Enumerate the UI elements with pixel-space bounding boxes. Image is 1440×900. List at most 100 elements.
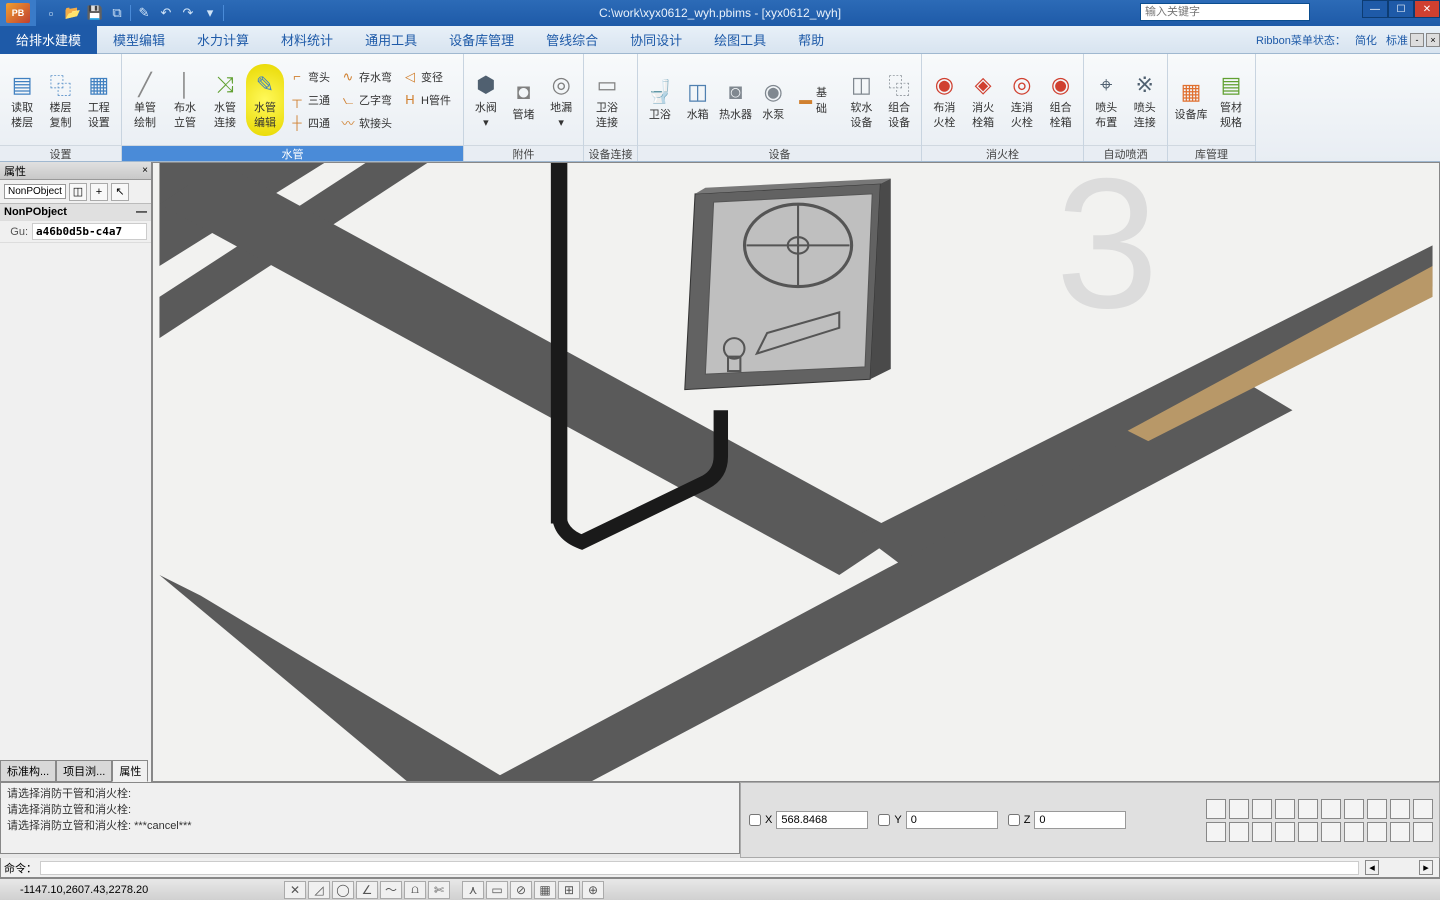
panel-tab-browse[interactable]: 项目浏...: [56, 760, 112, 782]
view-icon[interactable]: [1252, 799, 1272, 819]
ribbon-mode-standard[interactable]: 标准: [1386, 35, 1408, 47]
btn-pipe-connect[interactable]: ⤨水管连接: [206, 64, 244, 136]
add-icon[interactable]: ⊕: [582, 881, 604, 899]
angle-icon[interactable]: ◿: [308, 881, 330, 899]
view-icon[interactable]: [1367, 799, 1387, 819]
person-icon[interactable]: ⋏: [462, 881, 484, 899]
btn-hydrant-box[interactable]: ◈消火栓箱: [965, 64, 1002, 136]
btn-zbend[interactable]: ⦦乙字弯: [337, 88, 395, 111]
view-icon[interactable]: [1229, 799, 1249, 819]
btn-pump[interactable]: ◉水泵: [755, 64, 791, 136]
maximize-button[interactable]: ☐: [1388, 0, 1414, 18]
btn-place-hydrant[interactable]: ◉布消火栓: [926, 64, 963, 136]
nav-icon[interactable]: [1229, 822, 1249, 842]
btn-heater[interactable]: ◙热水器: [718, 64, 754, 136]
qat-redo-icon[interactable]: ↷: [179, 4, 197, 22]
btn-combo-dev[interactable]: ⿻组合设备: [881, 64, 917, 136]
qat-undo-icon[interactable]: ↶: [157, 4, 175, 22]
btn-fixture[interactable]: 🚽卫浴: [642, 64, 678, 136]
btn-tank[interactable]: ◫水箱: [680, 64, 716, 136]
btn-flex[interactable]: 〰软接头: [337, 111, 395, 134]
panel-close-icon[interactable]: ×: [142, 165, 148, 176]
prop-value[interactable]: a46b0d5b-c4a7: [32, 223, 147, 240]
ribbon-tab-edit[interactable]: 模型编辑: [97, 26, 181, 54]
view-icon[interactable]: [1275, 799, 1295, 819]
btn-pipe-edit[interactable]: ✎水管编辑: [246, 64, 284, 136]
snap-icon[interactable]: ✕: [284, 881, 306, 899]
btn-drain[interactable]: ◎地漏▾: [543, 64, 579, 136]
ribbon-tab-help[interactable]: 帮助: [782, 26, 840, 54]
btn-tee[interactable]: ┬三通: [286, 88, 333, 111]
ribbon-tab-devicelib[interactable]: 设备库管理: [433, 26, 530, 54]
btn-read-floor[interactable]: ▤读取楼层: [4, 64, 40, 136]
prop-selector[interactable]: NonPObject: [4, 184, 66, 199]
command-input[interactable]: [40, 861, 1359, 875]
panel-tab-props[interactable]: 属性: [112, 760, 148, 782]
btn-connect-hydrant[interactable]: ◎连消火栓: [1004, 64, 1041, 136]
mdi-min-icon[interactable]: -: [1410, 33, 1424, 47]
rect-icon[interactable]: ▭: [486, 881, 508, 899]
btn-plug[interactable]: ◘管堵: [506, 64, 542, 136]
ribbon-tab-collab[interactable]: 协同设计: [614, 26, 698, 54]
btn-reducer[interactable]: ◁变径: [399, 65, 454, 88]
btn-sprinkler-place[interactable]: ⌖喷头布置: [1088, 64, 1125, 136]
app-logo[interactable]: PB: [0, 0, 36, 26]
qat-new-icon[interactable]: ▫: [42, 4, 60, 22]
lock-y-checkbox[interactable]: [878, 814, 890, 826]
lock-z-checkbox[interactable]: [1008, 814, 1020, 826]
btn-pipe-spec[interactable]: ▤管材规格: [1212, 64, 1250, 136]
ribbon-tab-draw[interactable]: 绘图工具: [698, 26, 782, 54]
btn-softener[interactable]: ◫软水设备: [843, 64, 879, 136]
grid2-icon[interactable]: ⊞: [558, 881, 580, 899]
minimize-button[interactable]: —: [1362, 0, 1388, 18]
btn-project-settings[interactable]: ▦工程设置: [81, 64, 117, 136]
scroll-right-icon[interactable]: ▸: [1419, 860, 1433, 875]
prop-tool3-icon[interactable]: ↖: [111, 183, 129, 201]
qat-save-icon[interactable]: 💾: [86, 4, 104, 22]
coord-x-input[interactable]: [776, 811, 868, 829]
scroll-left-icon[interactable]: ◂: [1365, 860, 1379, 875]
ribbon-tab-pipeline[interactable]: 管线综合: [530, 26, 614, 54]
view-icon[interactable]: [1390, 799, 1410, 819]
btn-valve[interactable]: ⬢水阀▾: [468, 64, 504, 136]
view-icon[interactable]: [1298, 799, 1318, 819]
btn-cross[interactable]: ┼四通: [286, 111, 333, 134]
cut-icon[interactable]: ✄: [428, 881, 450, 899]
nav-icon[interactable]: [1390, 822, 1410, 842]
btn-foundation[interactable]: ▬基础: [795, 88, 839, 111]
qat-dropdown-icon[interactable]: ▾: [201, 4, 219, 22]
lock-x-checkbox[interactable]: [749, 814, 761, 826]
btn-devicelib[interactable]: ▦设备库: [1172, 64, 1210, 136]
prop-tool1-icon[interactable]: ◫: [69, 183, 87, 201]
search-input[interactable]: [1140, 3, 1310, 21]
btn-elbow[interactable]: ⌐弯头: [286, 65, 333, 88]
btn-riser[interactable]: │布水立管: [166, 64, 204, 136]
wave-icon[interactable]: 〜: [380, 881, 402, 899]
btn-hfitting[interactable]: HH管件: [399, 88, 454, 111]
close-button[interactable]: ✕: [1414, 0, 1440, 18]
qat-saveall-icon[interactable]: ⧉: [108, 4, 126, 22]
nav-icon[interactable]: [1413, 822, 1433, 842]
btn-copy-floor[interactable]: ⿻楼层复制: [42, 64, 78, 136]
btn-single-pipe[interactable]: ╱单管绘制: [126, 64, 164, 136]
grid-icon[interactable]: ▦: [534, 881, 556, 899]
ribbon-tab-materials[interactable]: 材料统计: [265, 26, 349, 54]
circle-icon[interactable]: ◯: [332, 881, 354, 899]
nav-icon[interactable]: [1344, 822, 1364, 842]
ribbon-tab-modeling[interactable]: 给排水建模: [0, 26, 97, 54]
nav-icon[interactable]: [1298, 822, 1318, 842]
btn-trap[interactable]: ∿存水弯: [337, 65, 395, 88]
nav-icon[interactable]: [1275, 822, 1295, 842]
view-icon[interactable]: [1321, 799, 1341, 819]
view-icon[interactable]: [1206, 799, 1226, 819]
btn-fixture-connect[interactable]: ▭卫浴连接: [588, 64, 626, 136]
coord-y-input[interactable]: [906, 811, 998, 829]
ribbon-mode-simple[interactable]: 简化: [1355, 35, 1377, 47]
line-icon[interactable]: ∠: [356, 881, 378, 899]
view-icon[interactable]: [1344, 799, 1364, 819]
btn-combo-box[interactable]: ◉组合栓箱: [1042, 64, 1079, 136]
qat-refresh-icon[interactable]: ✎: [135, 4, 153, 22]
no-icon[interactable]: ⊘: [510, 881, 532, 899]
nav-icon[interactable]: [1252, 822, 1272, 842]
coord-z-input[interactable]: [1034, 811, 1126, 829]
